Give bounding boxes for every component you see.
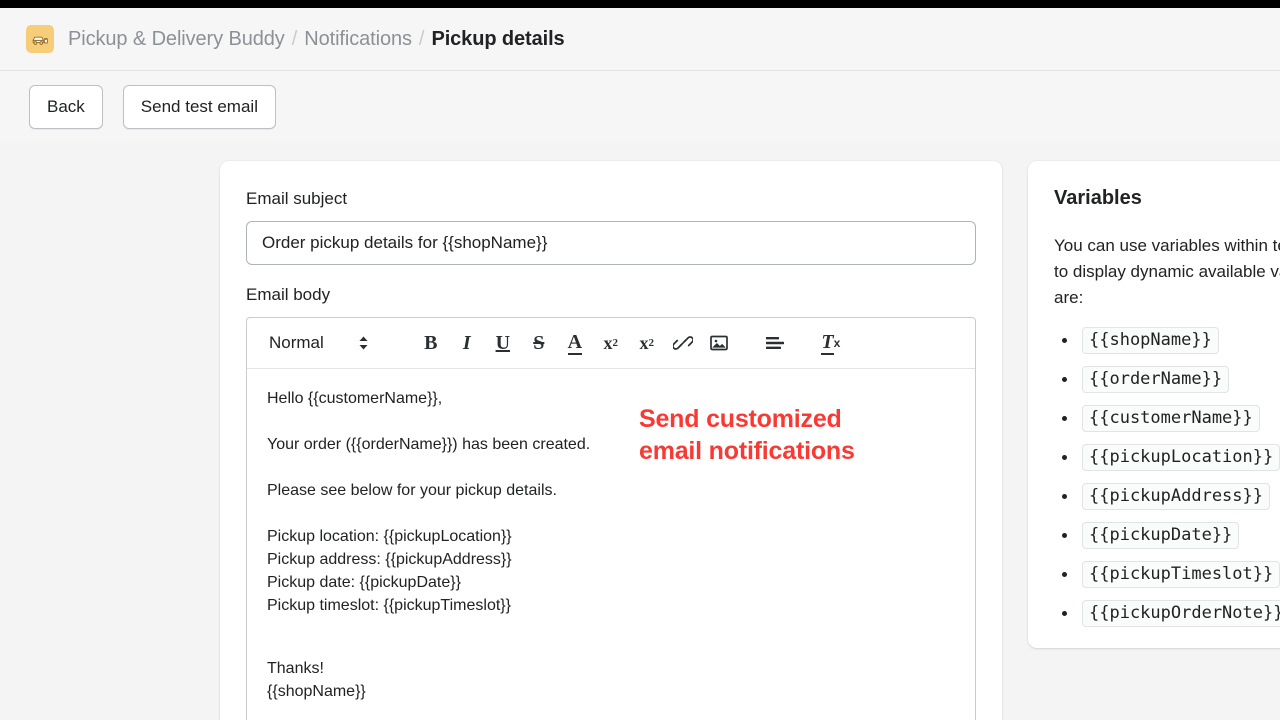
variable-chip[interactable]: {{pickupLocation}} bbox=[1082, 444, 1280, 471]
delivery-car-icon bbox=[26, 25, 54, 53]
body-order-line: Your order ({{orderName}}) has been crea… bbox=[267, 433, 955, 456]
subscript-base: x bbox=[604, 333, 613, 354]
variable-chip[interactable]: {{pickupAddress}} bbox=[1082, 483, 1270, 510]
app-root: Pickup & Delivery Buddy / Notifications … bbox=[0, 0, 1280, 720]
clear-formatting-base: T bbox=[821, 332, 833, 355]
email-template-card: Email subject Order pickup details for {… bbox=[220, 161, 1002, 720]
variable-chip[interactable]: {{pickupDate}} bbox=[1082, 522, 1239, 549]
rich-text-editor: Normal B I U S A bbox=[246, 317, 976, 720]
align-left-icon[interactable] bbox=[757, 325, 793, 361]
strikethrough-button[interactable]: S bbox=[521, 325, 557, 361]
body-detail-line: Pickup timeslot: {{pickupTimeslot}} bbox=[267, 594, 955, 617]
editor-toolbar: Normal B I U S A bbox=[247, 318, 975, 369]
app-header: Pickup & Delivery Buddy / Notifications … bbox=[0, 8, 1280, 70]
list-item: {{pickupOrderNote}} bbox=[1054, 600, 1280, 627]
text-color-letter: A bbox=[568, 332, 582, 355]
variable-chip[interactable]: {{orderName}} bbox=[1082, 366, 1229, 393]
variables-description: You can use variables within template to… bbox=[1054, 233, 1280, 311]
variables-list: {{shopName}} {{orderName}} {{customerNam… bbox=[1054, 327, 1280, 627]
list-item: {{pickupTimeslot}} bbox=[1054, 561, 1280, 588]
link-icon[interactable] bbox=[665, 325, 701, 361]
chevron-up-down-icon[interactable] bbox=[358, 335, 369, 351]
superscript-mark: 2 bbox=[649, 337, 655, 349]
list-item: {{pickupAddress}} bbox=[1054, 483, 1280, 510]
body-intro-line: Please see below for your pickup details… bbox=[267, 479, 955, 502]
breadcrumb-current-page: Pickup details bbox=[431, 28, 564, 51]
bold-button[interactable]: B bbox=[413, 325, 449, 361]
body-signature: {{shopName}} bbox=[267, 680, 955, 703]
send-test-email-button[interactable]: Send test email bbox=[123, 85, 276, 129]
breadcrumb-separator-2: / bbox=[419, 28, 425, 51]
superscript-base: x bbox=[640, 333, 649, 354]
email-subject-input[interactable]: Order pickup details for {{shopName}} bbox=[246, 221, 976, 265]
body-detail-lines: Pickup location: {{pickupLocation}} Pick… bbox=[267, 525, 955, 617]
email-subject-label: Email subject bbox=[246, 189, 976, 209]
italic-button[interactable]: I bbox=[449, 325, 485, 361]
variables-panel: Variables You can use variables within t… bbox=[1028, 161, 1280, 648]
breadcrumb-app-link[interactable]: Pickup & Delivery Buddy bbox=[68, 28, 285, 51]
body-signoff-block: Thanks! {{shopName}} bbox=[267, 657, 955, 703]
list-item: {{orderName}} bbox=[1054, 366, 1280, 393]
back-button[interactable]: Back bbox=[29, 85, 103, 129]
body-detail-line: Pickup address: {{pickupAddress}} bbox=[267, 548, 955, 571]
list-item: {{pickupLocation}} bbox=[1054, 444, 1280, 471]
superscript-button[interactable]: x2 bbox=[629, 325, 665, 361]
list-item: {{pickupDate}} bbox=[1054, 522, 1280, 549]
variable-chip[interactable]: {{pickupOrderNote}} bbox=[1082, 600, 1280, 627]
body-detail-line: Pickup location: {{pickupLocation}} bbox=[267, 525, 955, 548]
breadcrumb-separator-1: / bbox=[292, 28, 298, 51]
paragraph-style-label: Normal bbox=[269, 333, 324, 353]
email-body-editable[interactable]: Hello {{customerName}}, Your order ({{or… bbox=[247, 369, 975, 720]
variables-title: Variables bbox=[1054, 187, 1280, 210]
body-detail-line: Pickup date: {{pickupDate}} bbox=[267, 571, 955, 594]
clear-formatting-mark: x bbox=[834, 336, 841, 350]
list-item: {{customerName}} bbox=[1054, 405, 1280, 432]
variable-chip[interactable]: {{shopName}} bbox=[1082, 327, 1219, 354]
body-greeting: Hello {{customerName}}, bbox=[267, 387, 955, 410]
breadcrumb: Pickup & Delivery Buddy / Notifications … bbox=[68, 28, 565, 51]
list-item: {{shopName}} bbox=[1054, 327, 1280, 354]
image-icon[interactable] bbox=[701, 325, 737, 361]
top-black-strip bbox=[0, 0, 1280, 8]
subscript-button[interactable]: x2 bbox=[593, 325, 629, 361]
subscript-mark: 2 bbox=[613, 337, 619, 349]
variable-chip[interactable]: {{pickupTimeslot}} bbox=[1082, 561, 1280, 588]
body-signoff: Thanks! bbox=[267, 657, 955, 680]
email-body-label: Email body bbox=[246, 285, 976, 305]
paragraph-style-select[interactable]: Normal bbox=[269, 333, 369, 353]
clear-formatting-icon[interactable]: Tx bbox=[813, 325, 849, 361]
text-color-button[interactable]: A bbox=[557, 325, 593, 361]
action-bar: Back Send test email bbox=[0, 70, 1280, 143]
variable-chip[interactable]: {{customerName}} bbox=[1082, 405, 1260, 432]
underline-button[interactable]: U bbox=[485, 325, 521, 361]
breadcrumb-section-link[interactable]: Notifications bbox=[304, 28, 412, 51]
main-content: Email subject Order pickup details for {… bbox=[0, 143, 1280, 720]
